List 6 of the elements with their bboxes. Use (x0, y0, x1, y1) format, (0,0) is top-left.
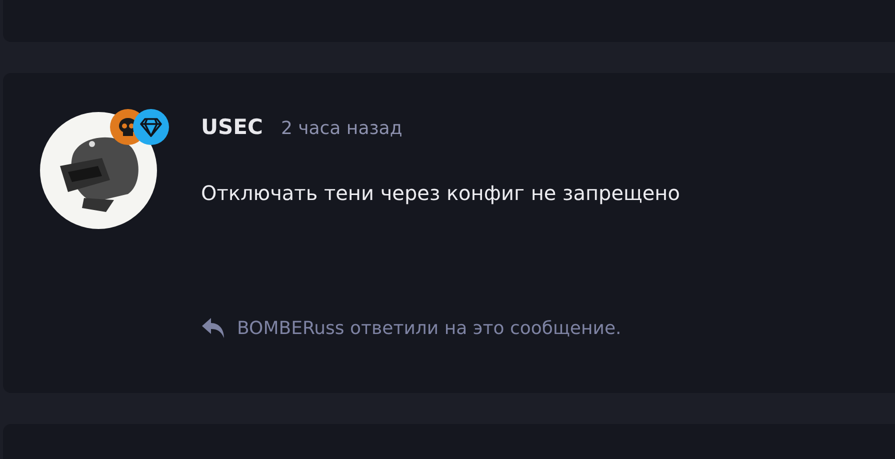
reply-icon (201, 317, 227, 339)
reply-note[interactable]: BOMBERuss ответили на это сообщение. (237, 318, 622, 338)
message-text: Отключать тени через конфиг не запрещено (201, 181, 680, 205)
diamond-badge-icon (133, 109, 169, 145)
post-time[interactable]: 2 часа назад (280, 118, 402, 139)
author-name[interactable]: USEC (201, 115, 263, 139)
